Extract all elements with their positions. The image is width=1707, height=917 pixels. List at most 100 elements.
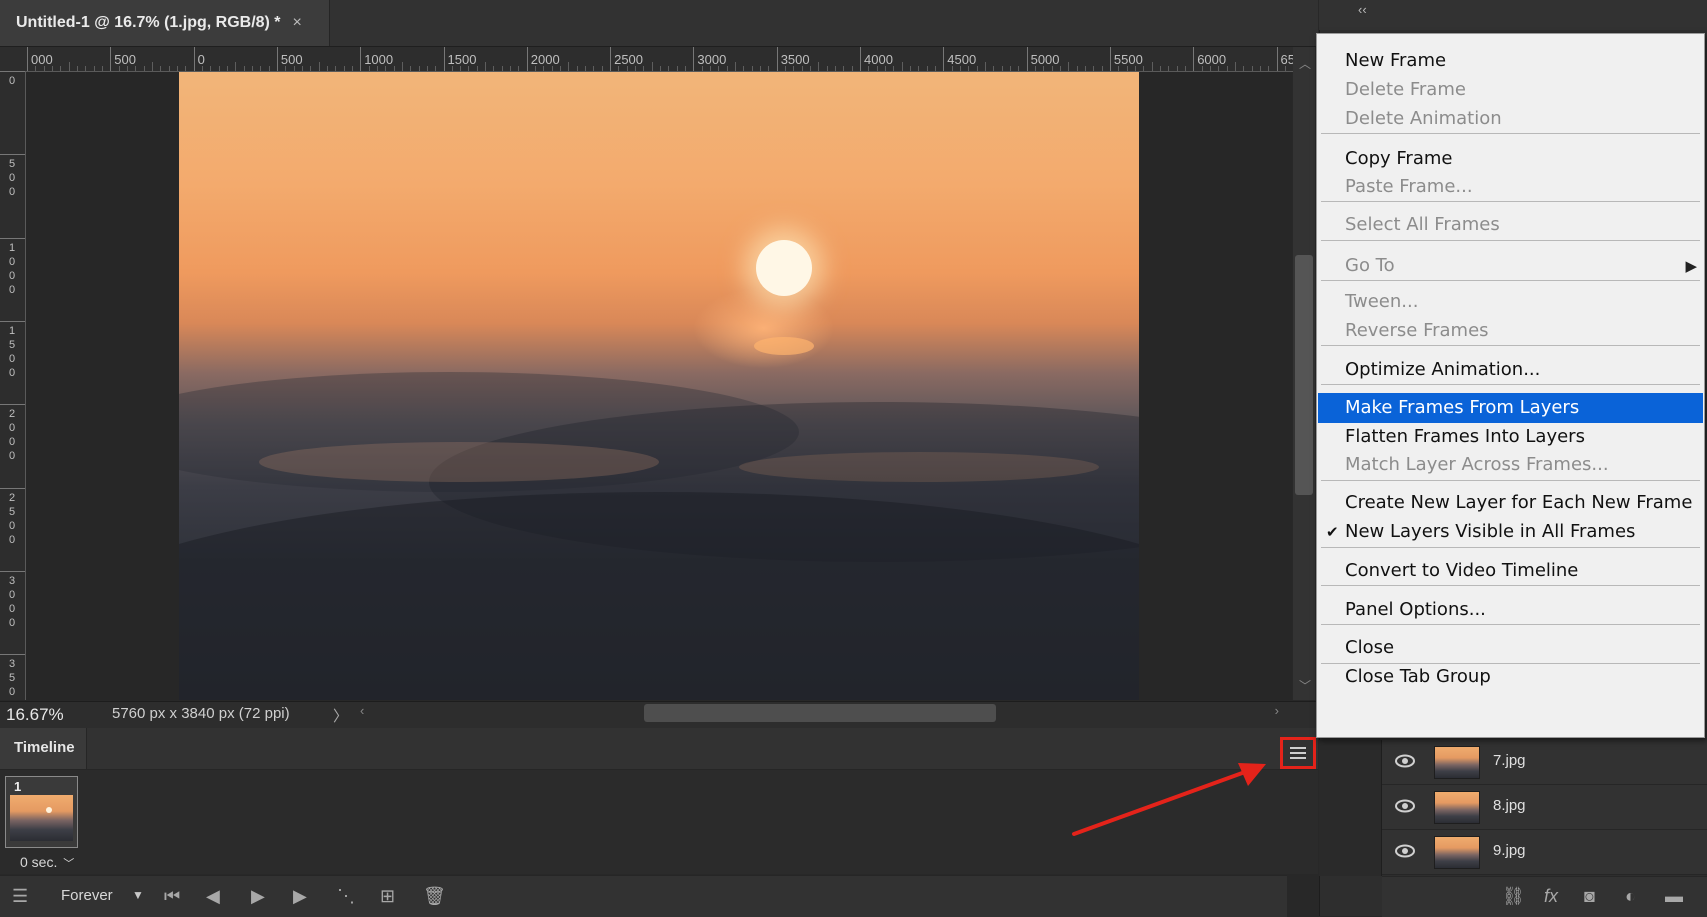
layer-row[interactable]: 9.jpg bbox=[1382, 830, 1707, 875]
animation-frame[interactable]: 1 bbox=[5, 776, 78, 848]
ruler-minor-tick bbox=[251, 66, 253, 71]
frame-delay-select[interactable]: 0 sec. ﹀ bbox=[20, 854, 74, 871]
menu-item-paste-frame[interactable]: Paste Frame... bbox=[1318, 172, 1703, 202]
menu-item-make-frames-from-layers[interactable]: Make Frames From Layers bbox=[1318, 393, 1703, 423]
visibility-eye-icon[interactable] bbox=[1394, 796, 1416, 816]
menu-item-go-to[interactable]: Go To ▶ bbox=[1318, 251, 1703, 281]
ruler-minor-tick bbox=[326, 66, 328, 71]
ruler-minor-tick bbox=[301, 66, 303, 71]
menu-item-close[interactable]: Close bbox=[1318, 633, 1703, 663]
ruler-label: 1500 bbox=[447, 52, 477, 67]
ruler-minor-tick bbox=[35, 66, 37, 71]
vertical-ruler[interactable]: 0 500 1000 1500 2000 2500 3000 3500 bbox=[0, 71, 26, 700]
ruler-minor-tick bbox=[1059, 66, 1061, 71]
next-frame-icon[interactable]: ▶ bbox=[293, 886, 307, 907]
visibility-eye-icon[interactable] bbox=[1394, 751, 1416, 771]
scroll-left-icon[interactable]: ‹ bbox=[360, 703, 364, 718]
duplicate-frame-icon[interactable]: ⊞ bbox=[380, 886, 395, 907]
menu-item-copy-frame[interactable]: Copy Frame bbox=[1318, 144, 1703, 174]
menu-item-new-layers-visible-in-all-frames[interactable]: ✔ New Layers Visible in All Frames bbox=[1318, 517, 1703, 547]
ruler-minor-tick bbox=[1009, 66, 1011, 71]
menu-item-convert-to-video-timeline[interactable]: Convert to Video Timeline bbox=[1318, 556, 1703, 586]
ruler-minor-tick bbox=[418, 66, 420, 71]
tween-icon[interactable]: ⋱ bbox=[337, 886, 355, 907]
menu-item-create-new-layer-for-each-new-frame[interactable]: Create New Layer for Each New Frame bbox=[1318, 488, 1703, 518]
menu-item-optimize-animation[interactable]: Optimize Animation... bbox=[1318, 355, 1703, 385]
ruler-label: 1000 bbox=[364, 52, 394, 67]
scroll-down-icon[interactable]: ﹀ bbox=[1299, 677, 1311, 694]
first-frame-icon[interactable]: ⏮ bbox=[164, 886, 180, 907]
document-tab-title: Untitled-1 @ 16.7% (1.jpg, RGB/8) * bbox=[16, 14, 281, 31]
document-tab[interactable]: Untitled-1 @ 16.7% (1.jpg, RGB/8) * × bbox=[0, 0, 330, 46]
loop-options-value[interactable]: Forever bbox=[61, 887, 113, 904]
ruler-minor-tick bbox=[60, 66, 62, 71]
ruler-minor-tick bbox=[210, 66, 212, 71]
menu-item-delete-animation[interactable]: Delete Animation bbox=[1318, 104, 1703, 134]
previous-frame-icon[interactable]: ◀ bbox=[206, 886, 220, 907]
ruler-tick: 0 bbox=[193, 47, 205, 71]
menu-item-label: Optimize Animation... bbox=[1345, 359, 1541, 380]
hamburger-menu-icon bbox=[1290, 747, 1306, 759]
ruler-minor-tick bbox=[401, 62, 403, 71]
menu-item-label: Paste Frame... bbox=[1345, 176, 1473, 197]
zoom-level[interactable]: 16.67% bbox=[6, 705, 64, 725]
status-menu-arrow-icon[interactable]: 〉 bbox=[333, 705, 348, 726]
menu-item-panel-options[interactable]: Panel Options... bbox=[1318, 595, 1703, 625]
play-icon[interactable]: ▶ bbox=[251, 886, 265, 907]
adjustment-layer-icon[interactable]: ◐ bbox=[1625, 886, 1636, 907]
ruler-minor-tick bbox=[1168, 66, 1170, 71]
ruler-tick: 500 bbox=[276, 47, 303, 71]
layer-row[interactable]: 7.jpg bbox=[1382, 740, 1707, 785]
menu-item-reverse-frames[interactable]: Reverse Frames bbox=[1318, 316, 1703, 346]
vertical-scroll-thumb[interactable] bbox=[1295, 255, 1313, 495]
collapse-panels-icon[interactable]: ‹‹ bbox=[1358, 2, 1367, 17]
ruler-minor-tick bbox=[176, 66, 178, 71]
vertical-scrollbar[interactable]: ︿ ﹀ bbox=[1293, 47, 1315, 700]
menu-item-label: Go To bbox=[1345, 255, 1395, 276]
sunset-ocean-image[interactable] bbox=[179, 72, 1139, 700]
ruler-minor-tick bbox=[476, 66, 478, 71]
close-icon[interactable]: × bbox=[293, 14, 302, 32]
layer-row[interactable]: 8.jpg bbox=[1382, 785, 1707, 830]
menu-item-flatten-frames-into-layers[interactable]: Flatten Frames Into Layers bbox=[1318, 422, 1703, 452]
menu-item-label: Panel Options... bbox=[1345, 599, 1486, 620]
scroll-up-icon[interactable]: ︿ bbox=[1299, 55, 1311, 72]
visibility-eye-icon[interactable] bbox=[1394, 841, 1416, 861]
ruler-minor-tick bbox=[1076, 66, 1078, 71]
ruler-label: 2000 bbox=[8, 408, 16, 463]
link-layers-icon[interactable]: ⛓ bbox=[1502, 886, 1525, 907]
menu-item-match-layer-across-frames[interactable]: Match Layer Across Frames... bbox=[1318, 450, 1703, 480]
ruler-minor-tick bbox=[235, 62, 237, 71]
convert-to-video-timeline-icon[interactable]: ☰ bbox=[12, 886, 28, 907]
new-group-icon[interactable]: ▬ bbox=[1665, 886, 1683, 907]
fx-icon[interactable]: fx bbox=[1544, 886, 1558, 907]
ruler-minor-tick bbox=[751, 66, 753, 71]
menu-item-close-tab-group[interactable]: Close Tab Group bbox=[1318, 662, 1703, 692]
layer-thumbnail bbox=[1434, 836, 1480, 869]
horizontal-ruler[interactable]: 000 500 0 500 1000 1500 2000 2500 3000 3500 4000 45… bbox=[25, 47, 1293, 72]
horizontal-scroll-thumb[interactable] bbox=[644, 704, 996, 722]
tab-timeline[interactable]: Timeline bbox=[0, 728, 87, 769]
menu-item-tween[interactable]: Tween... bbox=[1318, 287, 1703, 317]
ruler-minor-tick bbox=[918, 66, 920, 71]
ruler-tick: 5500 bbox=[1109, 47, 1143, 71]
horizontal-scrollbar[interactable]: ‹ › bbox=[358, 703, 1283, 723]
menu-item-delete-frame[interactable]: Delete Frame bbox=[1318, 75, 1703, 105]
ruler-minor-tick bbox=[493, 66, 495, 71]
ruler-tick: 3500 bbox=[0, 654, 25, 698]
right-panel-topbar bbox=[1319, 0, 1707, 30]
menu-item-label: Convert to Video Timeline bbox=[1345, 560, 1579, 581]
ruler-minor-tick bbox=[393, 66, 395, 71]
ruler-minor-tick bbox=[909, 66, 911, 71]
loop-dropdown-icon[interactable]: ▼ bbox=[132, 888, 144, 902]
menu-item-label: Create New Layer for Each New Frame bbox=[1345, 492, 1693, 513]
ruler-tick: 2000 bbox=[526, 47, 560, 71]
add-mask-icon[interactable]: ◙ bbox=[1584, 886, 1595, 907]
scroll-right-icon[interactable]: › bbox=[1275, 703, 1279, 718]
menu-item-select-all-frames[interactable]: Select All Frames bbox=[1318, 210, 1703, 240]
menu-item-new-frame[interactable]: New Frame bbox=[1318, 46, 1703, 76]
ruler-tick: 2500 bbox=[0, 487, 25, 546]
delete-frame-icon[interactable]: 🗑 bbox=[423, 886, 446, 907]
ruler-minor-tick bbox=[959, 66, 961, 71]
ruler-minor-tick bbox=[676, 66, 678, 71]
